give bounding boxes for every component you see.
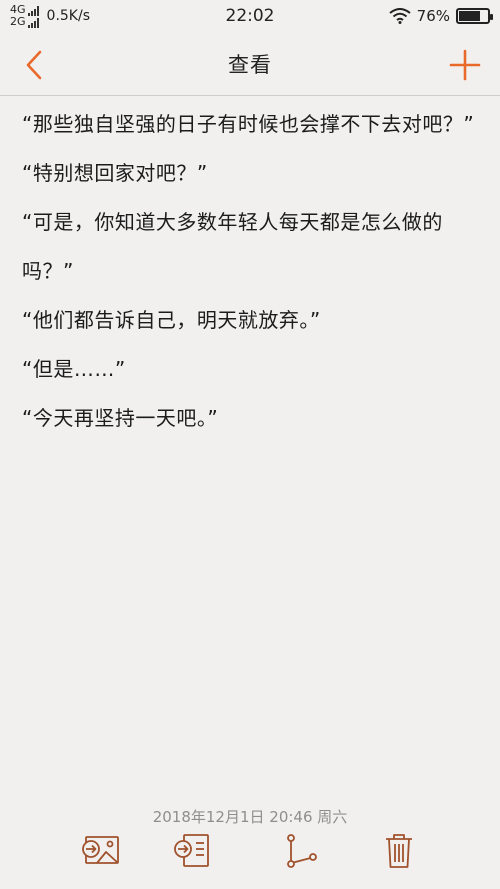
export-image-button[interactable] — [80, 832, 122, 870]
battery-fill — [459, 11, 481, 21]
note-paragraph: “今天再坚持一天吧。” — [22, 406, 219, 430]
plus-icon — [449, 49, 481, 81]
export-text-icon — [174, 834, 209, 867]
note-paragraph: “可是，你知道大多数年轻人每天都是怎么做的吗？” — [22, 210, 443, 283]
export-text-button[interactable] — [172, 832, 214, 870]
app-header: 查看 — [0, 32, 500, 96]
add-button[interactable] — [448, 48, 482, 82]
page-title: 查看 — [228, 52, 272, 77]
trash-icon — [386, 834, 412, 868]
back-button[interactable] — [20, 48, 50, 82]
chevron-left-icon — [26, 50, 42, 80]
battery-icon — [456, 8, 493, 24]
note-paragraph: “那些独自坚强的日子有时候也会撑不下去对吧？” “特别想回家对吧？” — [22, 112, 475, 185]
status-bar: 4G 2G 0.5K/s 22:02 76% — [0, 0, 500, 32]
delete-button[interactable] — [378, 832, 420, 870]
share-button[interactable] — [280, 832, 322, 870]
note-paragraph: “但是……” — [22, 357, 126, 381]
note-timestamp: 2018年12月1日 20:46 周六 — [152, 808, 348, 826]
share-icon — [287, 834, 317, 868]
bottom-toolbar — [0, 828, 500, 874]
status-clock: 22:02 — [225, 6, 275, 26]
note-body[interactable]: “那些独自坚强的日子有时候也会撑不下去对吧？” “特别想回家对吧？” “可是，你… — [22, 100, 492, 443]
export-image-icon — [82, 836, 119, 864]
note-paragraph: “他们都告诉自己，明天就放弃。” — [22, 308, 321, 332]
